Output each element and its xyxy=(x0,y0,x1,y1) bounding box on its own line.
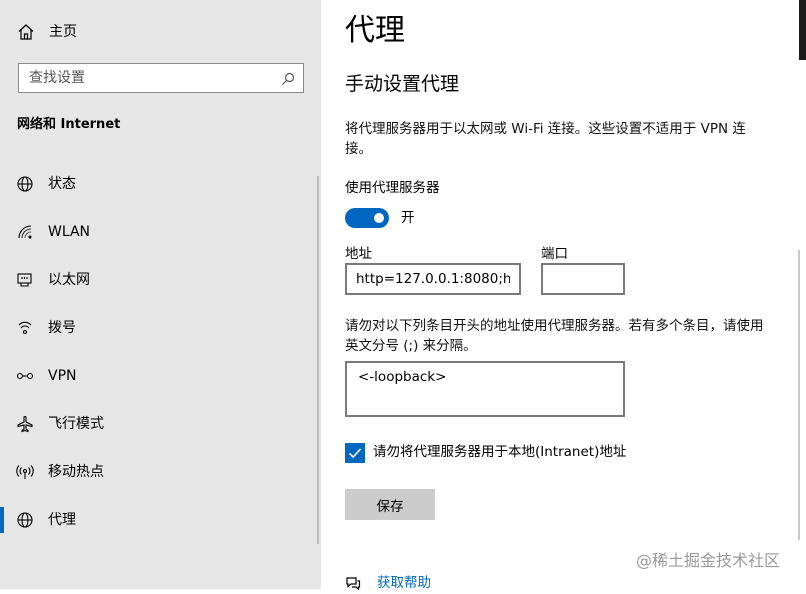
page-title: 代理 xyxy=(345,13,405,48)
wifi-icon xyxy=(16,223,34,241)
sidebar-item-label: 移动热点 xyxy=(48,464,104,480)
section-title: 手动设置代理 xyxy=(345,73,460,95)
proxy-settings-panel: 代理 手动设置代理 将代理服务器用于以太网或 Wi-Fi 连接。这些设置不适用于… xyxy=(321,0,806,591)
sidebar-item-label: 代理 xyxy=(48,512,76,528)
globe-icon xyxy=(16,175,34,193)
search-placeholder: 查找设置 xyxy=(29,70,85,86)
use-proxy-toggle[interactable] xyxy=(345,208,389,228)
sidebar-item-label: 状态 xyxy=(48,176,76,192)
checkmark-icon xyxy=(348,448,362,459)
sidebar-item-mobile-hotspot[interactable]: 移动热点 xyxy=(0,450,321,494)
sidebar-item-dialup[interactable]: 拨号 xyxy=(0,306,321,350)
help-chat-icon xyxy=(345,575,361,591)
bypass-local-label: 请勿将代理服务器用于本地(Intranet)地址 xyxy=(373,444,627,460)
address-input[interactable] xyxy=(345,263,521,295)
main-scrollbar[interactable] xyxy=(798,250,800,540)
sidebar-item-label: 拨号 xyxy=(48,320,76,336)
sidebar-item-label: 以太网 xyxy=(48,272,90,288)
port-label: 端口 xyxy=(541,246,568,262)
exceptions-description: 请勿对以下列条目开头的地址使用代理服务器。若有多个条目，请使用英文分号 (;) … xyxy=(345,318,764,354)
sidebar-home-label: 主页 xyxy=(49,24,77,40)
get-help-link[interactable]: 获取帮助 xyxy=(377,573,431,593)
settings-sidebar: 主页 查找设置 网络和 Internet 状态 WLAN 以太网 拨号 VPN … xyxy=(0,0,321,589)
window-edge-decoration xyxy=(799,0,806,60)
save-button[interactable]: 保存 xyxy=(345,489,435,520)
sidebar-item-label: WLAN xyxy=(48,224,91,240)
globe-icon xyxy=(16,511,34,529)
dialup-icon xyxy=(16,319,34,337)
bypass-local-checkbox[interactable] xyxy=(345,443,365,463)
search-settings-box[interactable]: 查找设置 xyxy=(18,63,304,93)
sidebar-item-status[interactable]: 状态 xyxy=(0,162,321,206)
sidebar-item-wlan[interactable]: WLAN xyxy=(0,210,321,254)
toggle-knob xyxy=(374,213,384,223)
home-icon xyxy=(17,23,35,41)
sidebar-scrollbar[interactable] xyxy=(317,176,319,544)
sidebar-item-label: VPN xyxy=(48,368,77,384)
section-description: 将代理服务器用于以太网或 Wi-Fi 连接。这些设置不适用于 VPN 连接。 xyxy=(345,121,746,157)
sidebar-home[interactable]: 主页 xyxy=(0,0,321,64)
port-input[interactable] xyxy=(541,263,625,295)
sidebar-item-label: 飞行模式 xyxy=(48,416,104,432)
ethernet-icon xyxy=(16,271,34,289)
sidebar-section-title: 网络和 Internet xyxy=(17,117,121,132)
sidebar-item-airplane-mode[interactable]: 飞行模式 xyxy=(0,402,321,446)
use-proxy-label: 使用代理服务器 xyxy=(345,180,440,196)
exceptions-input[interactable]: <-loopback> xyxy=(345,361,625,417)
vpn-icon xyxy=(16,367,34,385)
airplane-icon xyxy=(16,415,34,433)
address-label: 地址 xyxy=(345,246,372,262)
hotspot-icon xyxy=(16,463,34,481)
sidebar-item-ethernet[interactable]: 以太网 xyxy=(0,258,321,302)
toggle-state-text: 开 xyxy=(401,210,415,226)
sidebar-item-vpn[interactable]: VPN xyxy=(0,354,321,398)
watermark: @稀土掘金技术社区 xyxy=(636,551,781,570)
search-icon[interactable] xyxy=(281,71,295,85)
sidebar-item-proxy[interactable]: 代理 xyxy=(0,498,321,542)
selection-indicator xyxy=(0,507,4,533)
